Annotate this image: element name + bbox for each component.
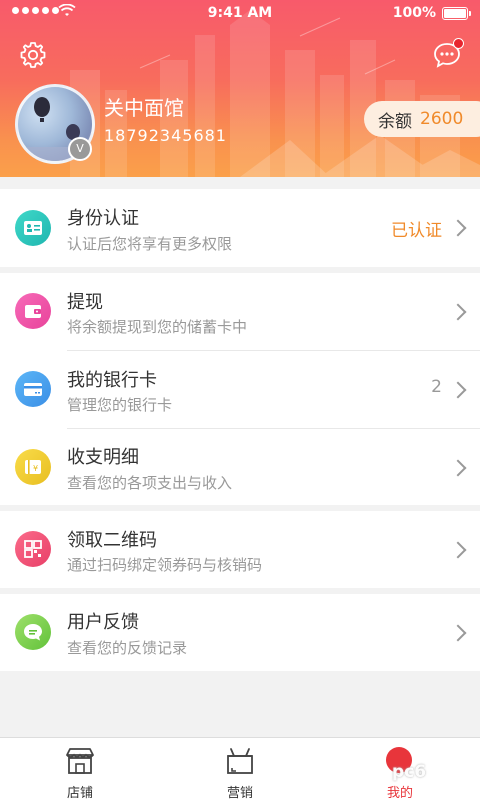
tab-label: 我的 <box>386 786 413 801</box>
tab-store[interactable]: 店铺 <box>0 738 160 801</box>
ledger-icon: ¥ <box>15 449 51 485</box>
profile-header: 9:41 AM 100% V 关中面馆 18792345681 余额 2600 <box>0 0 480 177</box>
menu-group-identity: 身份认证 认证后您将享有更多权限 已认证 <box>0 189 480 267</box>
balance-pill[interactable]: 余额 2600 <box>364 101 480 137</box>
menu-item-subtitle: 管理您的银行卡 <box>67 396 173 414</box>
menu-item-title: 领取二维码 <box>67 530 157 551</box>
status-bar: 9:41 AM 100% <box>0 0 480 26</box>
wallet-icon <box>15 293 51 329</box>
chevron-right-icon <box>449 219 467 237</box>
id-card-icon <box>15 210 51 246</box>
bank-card-count: 2 <box>431 377 442 397</box>
menu-item-title: 用户反馈 <box>67 612 139 633</box>
menu-item-subtitle: 认证后您将享有更多权限 <box>67 235 233 253</box>
battery-icon <box>442 7 471 20</box>
bank-card-icon <box>15 371 51 407</box>
chevron-right-icon <box>449 541 467 559</box>
menu-group-qrcode: 领取二维码 通过扫码绑定领券码与核销码 <box>0 511 480 588</box>
qrcode-icon <box>15 531 51 567</box>
menu-item-title: 身份认证 <box>67 208 139 229</box>
menu-item-title: 收支明细 <box>67 447 139 468</box>
gift-box-icon <box>227 748 253 774</box>
message-button[interactable] <box>432 38 464 70</box>
unread-dot <box>453 38 464 49</box>
chevron-right-icon <box>449 624 467 642</box>
chevron-right-icon <box>449 303 467 321</box>
shop-name: 关中面馆 <box>104 96 184 120</box>
menu-group-finance: 提现 将余额提现到您的储蓄卡中 我的银行卡 管理您的银行卡 2 ¥ 收支明细 查… <box>0 273 480 505</box>
verified-badge: V <box>68 137 92 161</box>
tab-label: 营销 <box>226 786 253 801</box>
menu-item-feedback[interactable]: 用户反馈 查看您的反馈记录 <box>0 594 480 671</box>
gear-icon[interactable] <box>18 40 48 70</box>
menu-item-bank-card[interactable]: 我的银行卡 管理您的银行卡 2 <box>0 351 480 428</box>
store-icon <box>66 748 94 774</box>
menu-item-identity[interactable]: 身份认证 认证后您将享有更多权限 已认证 <box>0 189 480 267</box>
battery-percentage: 100% <box>392 5 436 21</box>
chevron-right-icon <box>449 459 467 477</box>
tab-marketing[interactable]: 营销 <box>160 738 320 801</box>
svg-text:¥: ¥ <box>33 464 38 473</box>
phone-number: 18792345681 <box>104 126 227 145</box>
chevron-right-icon <box>449 381 467 399</box>
menu-item-subtitle: 将余额提现到您的储蓄卡中 <box>67 318 248 336</box>
menu-item-withdraw[interactable]: 提现 将余额提现到您的储蓄卡中 <box>0 273 480 350</box>
pc6-watermark: pc6 <box>392 762 427 782</box>
menu-item-qrcode[interactable]: 领取二维码 通过扫码绑定领券码与核销码 <box>0 511 480 588</box>
verified-status: 已认证 <box>391 221 442 241</box>
tab-label: 店铺 <box>66 786 93 801</box>
menu-item-title: 我的银行卡 <box>67 370 157 391</box>
menu-item-subtitle: 通过扫码绑定领券码与核销码 <box>67 556 263 574</box>
menu-item-subtitle: 查看您的反馈记录 <box>67 639 188 657</box>
menu-group-feedback: 用户反馈 查看您的反馈记录 <box>0 594 480 671</box>
balance-label: 余额 <box>378 111 412 132</box>
menu-item-transactions[interactable]: ¥ 收支明细 查看您的各项支出与收入 <box>0 429 480 505</box>
menu-item-title: 提现 <box>67 292 103 313</box>
menu-item-subtitle: 查看您的各项支出与收入 <box>67 474 233 492</box>
balance-value: 2600 <box>420 109 464 129</box>
feedback-icon <box>15 614 51 650</box>
